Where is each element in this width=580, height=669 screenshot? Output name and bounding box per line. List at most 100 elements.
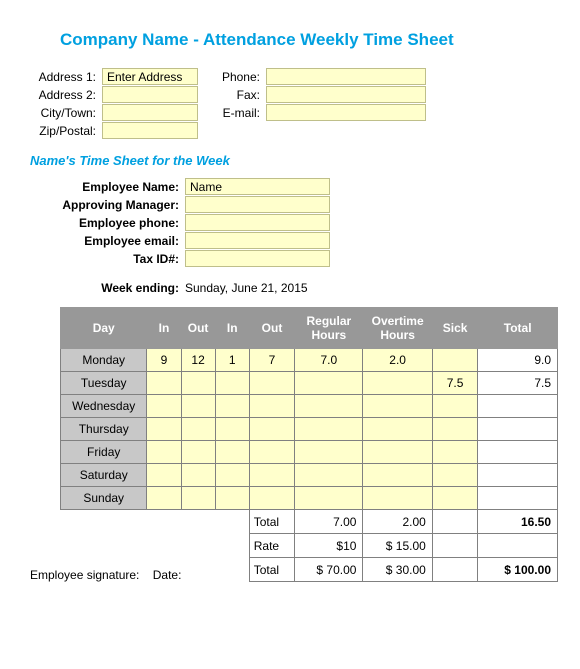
day-name: Saturday — [61, 464, 147, 487]
ot-cell[interactable] — [363, 441, 432, 464]
in2-cell[interactable] — [215, 441, 249, 464]
out1-cell[interactable] — [181, 464, 215, 487]
row-total-cell: 9.0 — [478, 349, 558, 372]
out2-cell[interactable] — [249, 441, 294, 464]
in1-cell[interactable] — [147, 487, 181, 510]
summary-total-sick — [432, 510, 477, 534]
email-label: E-mail: — [218, 106, 266, 120]
out1-cell[interactable] — [181, 441, 215, 464]
phone-input[interactable] — [266, 68, 426, 85]
in1-cell[interactable] — [147, 441, 181, 464]
in2-cell[interactable] — [215, 487, 249, 510]
out2-cell[interactable] — [249, 487, 294, 510]
week-ending-value: Sunday, June 21, 2015 — [185, 281, 308, 295]
in2-cell[interactable] — [215, 418, 249, 441]
table-row: Friday — [61, 441, 558, 464]
table-row: Sunday — [61, 487, 558, 510]
day-name: Friday — [61, 441, 147, 464]
table-row: Tuesday7.57.5 — [61, 372, 558, 395]
day-name: Sunday — [61, 487, 147, 510]
sick-cell[interactable] — [432, 418, 477, 441]
ot-cell[interactable]: 2.0 — [363, 349, 432, 372]
emp-tax-input[interactable] — [185, 250, 330, 267]
sick-cell[interactable] — [432, 487, 477, 510]
subtitle: Name's Time Sheet for the Week — [30, 153, 550, 168]
in2-cell[interactable] — [215, 372, 249, 395]
table-row: Wednesday — [61, 395, 558, 418]
reg-cell[interactable] — [295, 487, 363, 510]
ot-cell[interactable] — [363, 372, 432, 395]
in1-cell[interactable] — [147, 395, 181, 418]
zip-label: Zip/Postal: — [30, 124, 102, 138]
in1-cell[interactable] — [147, 464, 181, 487]
employee-block: Employee Name: Approving Manager: Employ… — [30, 178, 550, 267]
phone-label: Phone: — [218, 70, 266, 84]
row-total-cell — [478, 464, 558, 487]
signature-line: Employee signature: Date: — [30, 568, 181, 582]
page-title: Company Name - Attendance Weekly Time Sh… — [60, 30, 550, 50]
emp-mgr-input[interactable] — [185, 196, 330, 213]
day-name: Wednesday — [61, 395, 147, 418]
reg-cell[interactable]: 7.0 — [295, 349, 363, 372]
reg-cell[interactable] — [295, 441, 363, 464]
city-input[interactable] — [102, 104, 198, 121]
out2-cell[interactable] — [249, 464, 294, 487]
sick-cell[interactable]: 7.5 — [432, 372, 477, 395]
out1-cell[interactable]: 12 — [181, 349, 215, 372]
th-out1: Out — [181, 308, 215, 349]
th-out2: Out — [249, 308, 294, 349]
out2-cell[interactable] — [249, 418, 294, 441]
emp-phone-input[interactable] — [185, 214, 330, 231]
reg-cell[interactable] — [295, 372, 363, 395]
address2-input[interactable] — [102, 86, 198, 103]
ot-cell[interactable] — [363, 464, 432, 487]
address1-input[interactable] — [102, 68, 198, 85]
out2-cell[interactable]: 7 — [249, 349, 294, 372]
summary-rate-reg: $10 — [295, 534, 363, 558]
emp-mgr-label: Approving Manager: — [30, 198, 185, 212]
city-label: City/Town: — [30, 106, 102, 120]
summary-rate-ot: $ 15.00 — [363, 534, 432, 558]
zip-input[interactable] — [102, 122, 198, 139]
sick-cell[interactable] — [432, 349, 477, 372]
out1-cell[interactable] — [181, 395, 215, 418]
emp-phone-label: Employee phone: — [30, 216, 185, 230]
row-total-cell — [478, 487, 558, 510]
out1-cell[interactable] — [181, 372, 215, 395]
out1-cell[interactable] — [181, 418, 215, 441]
in2-cell[interactable]: 1 — [215, 349, 249, 372]
reg-cell[interactable] — [295, 418, 363, 441]
fax-input[interactable] — [266, 86, 426, 103]
emp-email-input[interactable] — [185, 232, 330, 249]
th-day: Day — [61, 308, 147, 349]
out1-cell[interactable] — [181, 487, 215, 510]
row-total-cell: 7.5 — [478, 372, 558, 395]
summary-gtotal-reg: $ 70.00 — [295, 558, 363, 582]
ot-cell[interactable] — [363, 418, 432, 441]
emp-name-input[interactable] — [185, 178, 330, 195]
out2-cell[interactable] — [249, 372, 294, 395]
summary-rate-total — [478, 534, 558, 558]
in2-cell[interactable] — [215, 464, 249, 487]
summary-total-label: Total — [249, 510, 294, 534]
sick-cell[interactable] — [432, 464, 477, 487]
reg-cell[interactable] — [295, 464, 363, 487]
fax-label: Fax: — [218, 88, 266, 102]
signature-date-label: Date: — [153, 568, 182, 582]
in1-cell[interactable] — [147, 372, 181, 395]
email-input[interactable] — [266, 104, 426, 121]
in1-cell[interactable]: 9 — [147, 349, 181, 372]
address-block: Address 1: Address 2: City/Town: Zip/Pos… — [30, 68, 550, 139]
ot-cell[interactable] — [363, 395, 432, 418]
sick-cell[interactable] — [432, 395, 477, 418]
in1-cell[interactable] — [147, 418, 181, 441]
summary-gtotal-total: $ 100.00 — [478, 558, 558, 582]
sick-cell[interactable] — [432, 441, 477, 464]
out2-cell[interactable] — [249, 395, 294, 418]
reg-cell[interactable] — [295, 395, 363, 418]
th-in1: In — [147, 308, 181, 349]
table-row: Monday912177.02.09.0 — [61, 349, 558, 372]
in2-cell[interactable] — [215, 395, 249, 418]
ot-cell[interactable] — [363, 487, 432, 510]
th-reg: Regular Hours — [295, 308, 363, 349]
